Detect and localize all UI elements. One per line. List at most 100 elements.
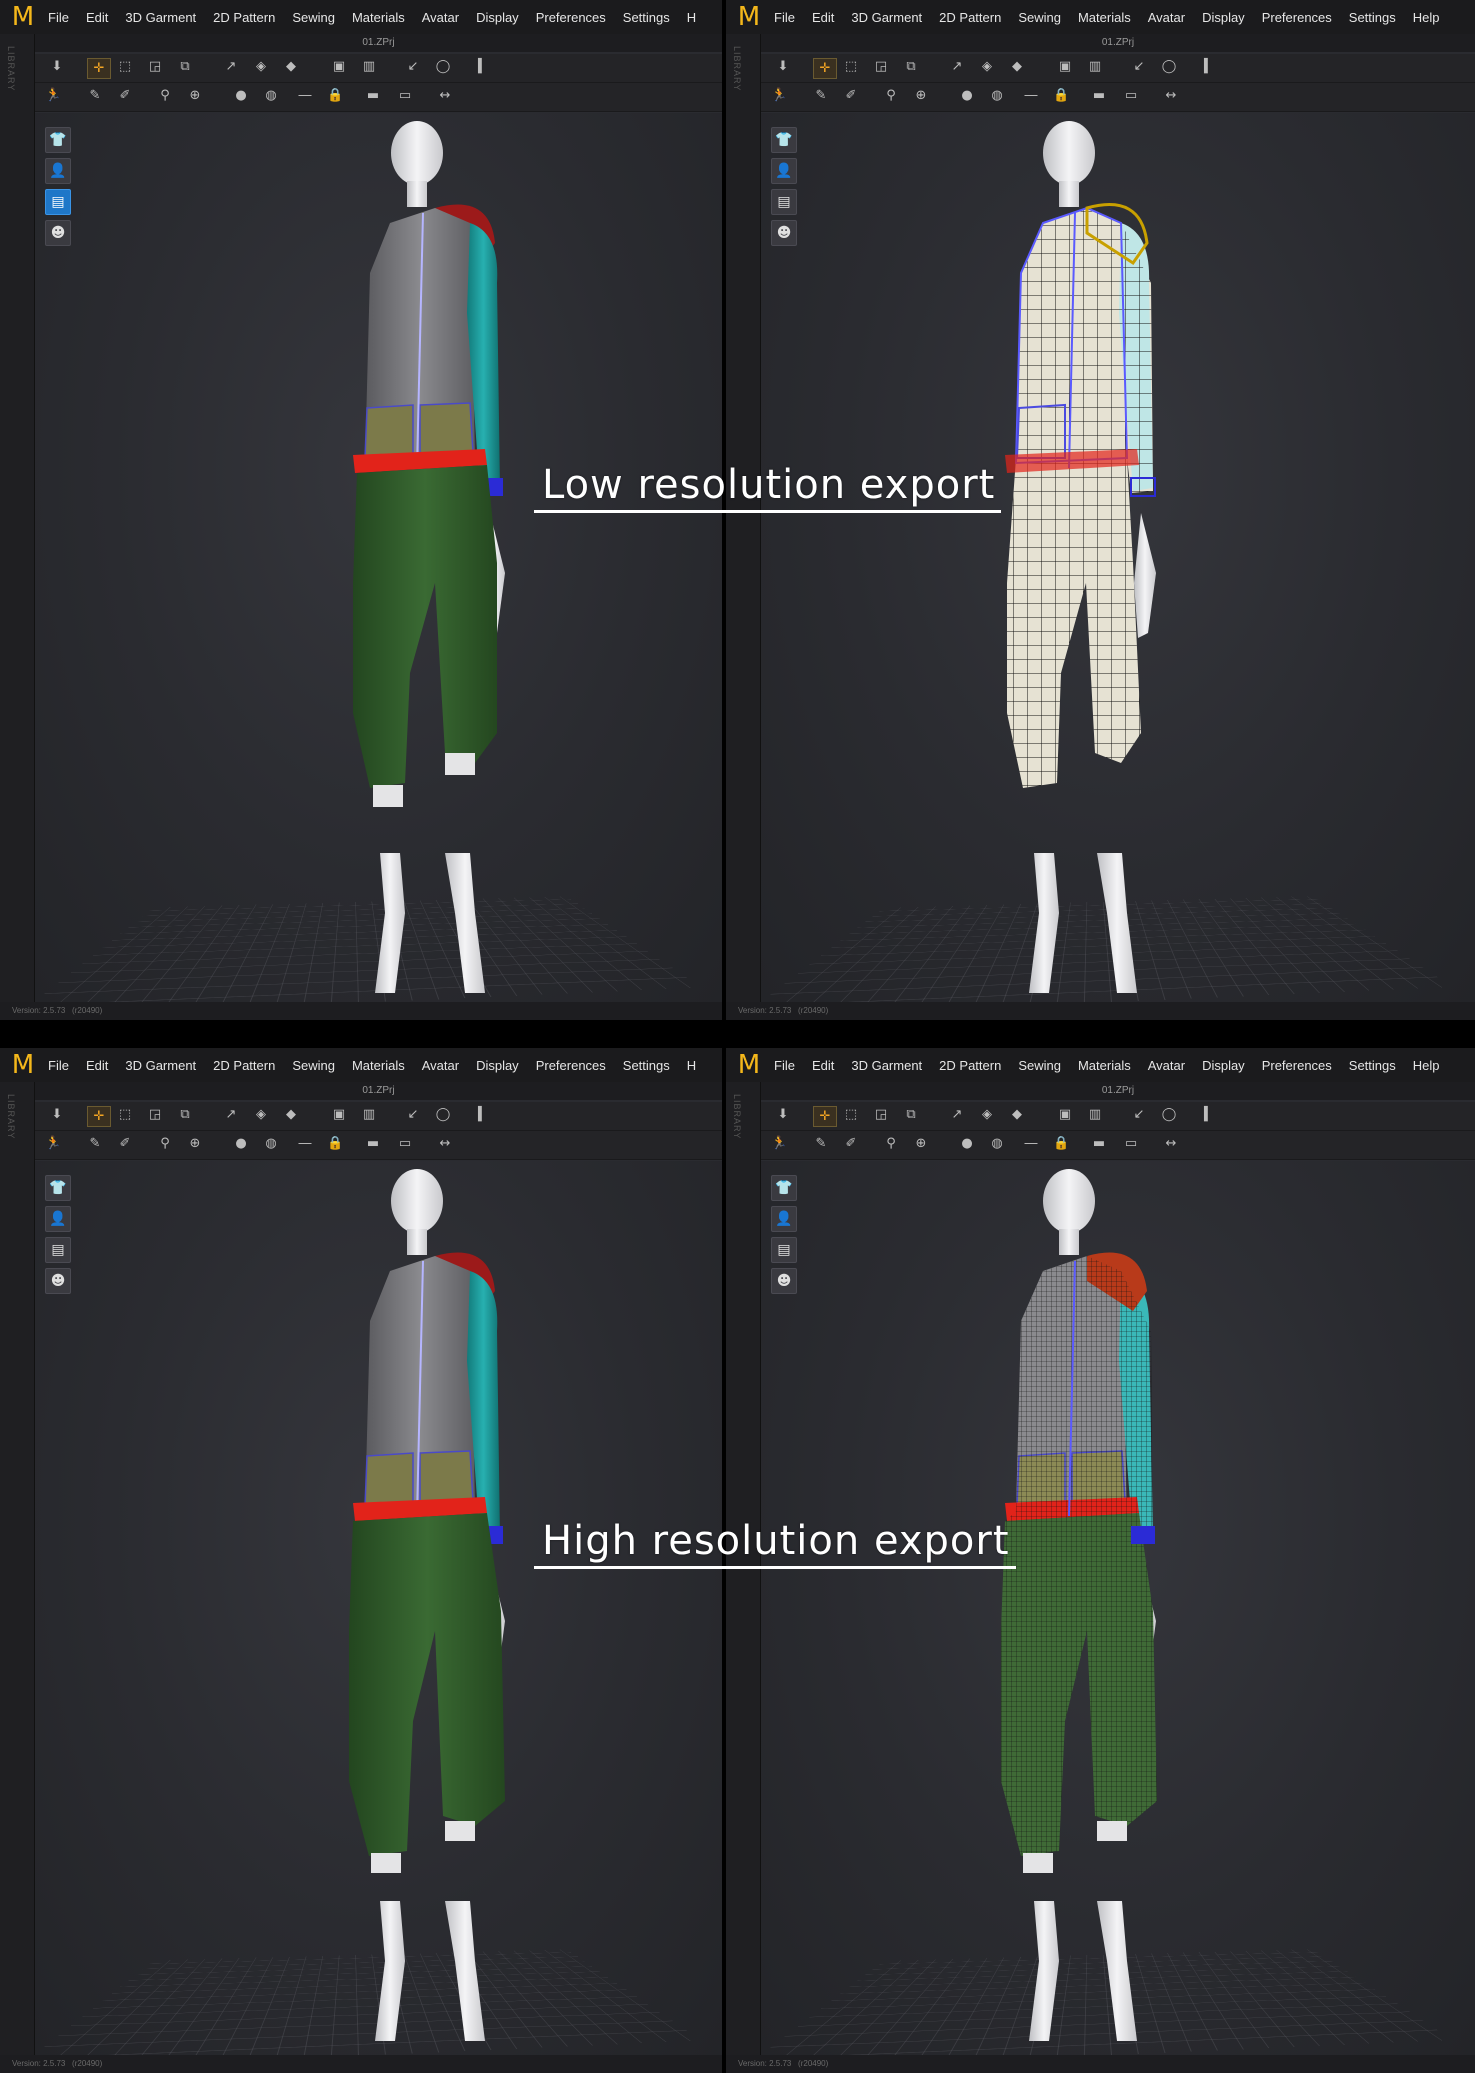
shirt-icon[interactable]: ▣: [1057, 60, 1073, 74]
3d-viewport[interactable]: 👕 👤 ▤ ☻: [35, 1161, 722, 2055]
stack-icon[interactable]: ▭: [397, 1137, 413, 1151]
layer-icon[interactable]: ▬: [365, 1137, 381, 1151]
menu-display[interactable]: Display: [1202, 10, 1245, 25]
select-move-icon[interactable]: ✛: [87, 58, 111, 79]
select-move-icon[interactable]: ✛: [813, 58, 837, 79]
tack-icon[interactable]: ⧉: [177, 1108, 193, 1122]
layer-icon[interactable]: ▬: [1091, 89, 1107, 103]
transform-icon[interactable]: ◲: [873, 1108, 889, 1122]
shirt-icon[interactable]: ▣: [331, 1108, 347, 1122]
expand-icon[interactable]: ↔: [437, 89, 453, 103]
needle-icon[interactable]: ✎: [87, 89, 103, 103]
menu-help[interactable]: H: [687, 10, 696, 25]
point-icon[interactable]: ●: [233, 89, 249, 103]
menu-settings[interactable]: Settings: [1349, 1058, 1396, 1073]
menu-materials[interactable]: Materials: [352, 1058, 405, 1073]
menu-3d-garment[interactable]: 3D Garment: [851, 10, 922, 25]
lock-icon[interactable]: 🔒: [1053, 89, 1069, 103]
stack-icon[interactable]: ▭: [397, 89, 413, 103]
sphere-icon[interactable]: ◍: [989, 1137, 1005, 1151]
stack-icon[interactable]: ▭: [1123, 1137, 1139, 1151]
menu-materials[interactable]: Materials: [1078, 10, 1131, 25]
avatar-pose-icon[interactable]: 🏃: [45, 1137, 61, 1151]
tack-icon[interactable]: ⧉: [903, 60, 919, 74]
avatar-figure[interactable]: [35, 113, 722, 1002]
3d-viewport[interactable]: 👕 👤 ▤ ☻: [761, 113, 1475, 1002]
garment-icon[interactable]: ◆: [283, 60, 299, 74]
measure-icon[interactable]: ↙: [405, 60, 421, 74]
menu-help[interactable]: Help: [1413, 10, 1440, 25]
line-icon[interactable]: ―: [1023, 89, 1039, 103]
menu-avatar[interactable]: Avatar: [422, 10, 459, 25]
sphere-icon[interactable]: ◍: [263, 89, 279, 103]
arrow-down-icon[interactable]: ⬇: [49, 1108, 65, 1122]
library-sidebar[interactable]: LIBRARY: [726, 34, 761, 1020]
sphere-icon[interactable]: ◍: [263, 1137, 279, 1151]
line-icon[interactable]: ―: [297, 89, 313, 103]
brush-icon[interactable]: ✐: [843, 89, 859, 103]
brush-icon[interactable]: ✐: [117, 89, 133, 103]
sphere-icon[interactable]: ◍: [989, 89, 1005, 103]
pants-icon[interactable]: ▥: [361, 60, 377, 74]
pin-icon[interactable]: ↗: [949, 60, 965, 74]
line-icon[interactable]: ―: [297, 1137, 313, 1151]
button-tool-icon[interactable]: ⊕: [187, 89, 203, 103]
tack-icon[interactable]: ⧉: [177, 60, 193, 74]
menu-2d-pattern[interactable]: 2D Pattern: [213, 1058, 275, 1073]
menu-preferences[interactable]: Preferences: [536, 10, 606, 25]
menu-settings[interactable]: Settings: [623, 1058, 670, 1073]
stack-icon[interactable]: ▭: [1123, 89, 1139, 103]
transform-icon[interactable]: ◲: [147, 60, 163, 74]
brush-icon[interactable]: ✐: [117, 1137, 133, 1151]
menu-edit[interactable]: Edit: [86, 10, 108, 25]
pin-icon[interactable]: ↗: [223, 1108, 239, 1122]
zipper-icon[interactable]: ⚲: [883, 1137, 899, 1151]
select-box-icon[interactable]: ⬚: [843, 60, 859, 74]
lock-icon[interactable]: 🔒: [327, 1137, 343, 1151]
menu-help[interactable]: H: [687, 1058, 696, 1073]
3d-viewport[interactable]: 👕 👤 ▤ ☻: [35, 113, 722, 1002]
measure-icon[interactable]: ↙: [1131, 1108, 1147, 1122]
measure-icon[interactable]: ↙: [1131, 60, 1147, 74]
lasso-icon[interactable]: ◯: [435, 60, 451, 74]
avatar-figure-wireframe[interactable]: [761, 113, 1448, 1002]
zipper-icon[interactable]: ⚲: [157, 1137, 173, 1151]
menu-edit[interactable]: Edit: [86, 1058, 108, 1073]
menu-preferences[interactable]: Preferences: [536, 1058, 606, 1073]
library-sidebar[interactable]: LIBRARY: [0, 34, 35, 1020]
lasso-icon[interactable]: ◯: [1161, 60, 1177, 74]
shirt-icon[interactable]: ▣: [331, 60, 347, 74]
menu-sewing[interactable]: Sewing: [1018, 1058, 1061, 1073]
lasso-icon[interactable]: ◯: [435, 1108, 451, 1122]
avatar-pose-icon[interactable]: 🏃: [45, 89, 61, 103]
needle-icon[interactable]: ✎: [813, 89, 829, 103]
arrow-down-icon[interactable]: ⬇: [775, 60, 791, 74]
menu-3d-garment[interactable]: 3D Garment: [125, 1058, 196, 1073]
point-icon[interactable]: ●: [233, 1137, 249, 1151]
menu-display[interactable]: Display: [476, 1058, 519, 1073]
menu-2d-pattern[interactable]: 2D Pattern: [213, 10, 275, 25]
zipper-icon[interactable]: ⚲: [883, 89, 899, 103]
menu-materials[interactable]: Materials: [352, 10, 405, 25]
pin-icon[interactable]: ↗: [223, 60, 239, 74]
menu-edit[interactable]: Edit: [812, 10, 834, 25]
menu-display[interactable]: Display: [1202, 1058, 1245, 1073]
avatar-figure-wireframe[interactable]: [761, 1161, 1448, 2050]
point-icon[interactable]: ●: [959, 89, 975, 103]
layer-icon[interactable]: ▬: [1091, 1137, 1107, 1151]
avatar-pose-icon[interactable]: 🏃: [771, 1137, 787, 1151]
layer-icon[interactable]: ▬: [365, 89, 381, 103]
tack-icon[interactable]: ⧉: [903, 1108, 919, 1122]
select-move-icon[interactable]: ✛: [87, 1106, 111, 1127]
fold-icon[interactable]: ◈: [253, 1108, 269, 1122]
button-tool-icon[interactable]: ⊕: [913, 1137, 929, 1151]
select-box-icon[interactable]: ⬚: [117, 60, 133, 74]
garment-icon[interactable]: ◆: [1009, 1108, 1025, 1122]
line-icon[interactable]: ―: [1023, 1137, 1039, 1151]
select-box-icon[interactable]: ⬚: [117, 1108, 133, 1122]
menu-file[interactable]: File: [48, 1058, 69, 1073]
expand-icon[interactable]: ↔: [1163, 89, 1179, 103]
menu-edit[interactable]: Edit: [812, 1058, 834, 1073]
point-icon[interactable]: ●: [959, 1137, 975, 1151]
pants-icon[interactable]: ▥: [361, 1108, 377, 1122]
